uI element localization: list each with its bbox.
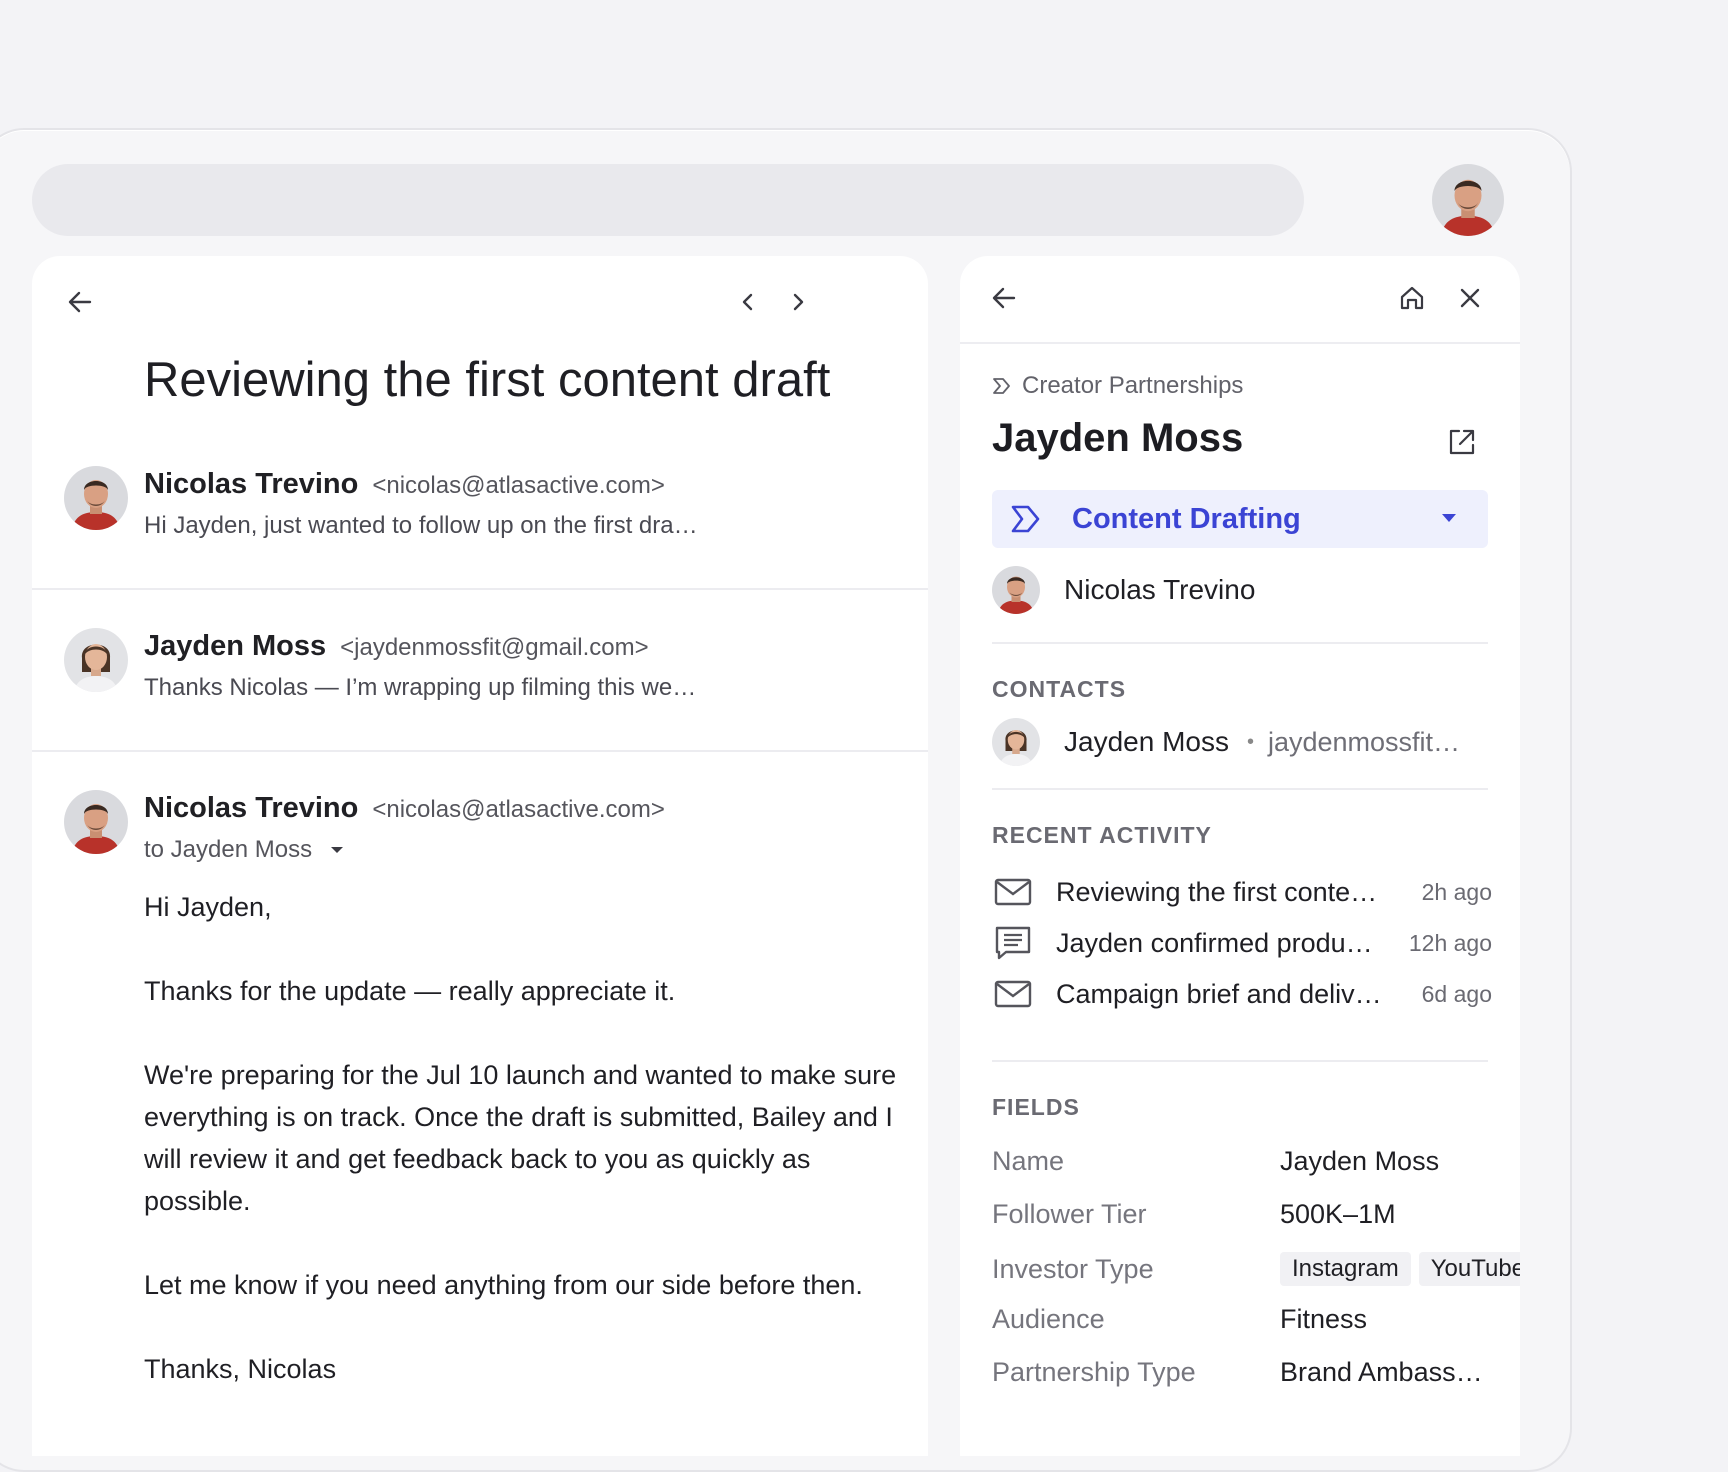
contact-avatar xyxy=(992,718,1040,766)
user-avatar[interactable] xyxy=(1432,164,1504,236)
field-tags: Instagram YouTube xyxy=(1280,1252,1520,1286)
contact-email: jaydenmossfit… xyxy=(1267,726,1461,757)
field-row-name[interactable]: Name Jayden Moss xyxy=(992,1146,1520,1177)
separator-dot: • xyxy=(1246,730,1254,753)
field-label: Investor Type xyxy=(992,1253,1154,1284)
sender-avatar xyxy=(64,628,128,692)
sender-line: Nicolas Trevino <nicolas@atlasactive.com> xyxy=(144,468,665,501)
close-icon[interactable] xyxy=(1450,278,1490,318)
section-label-activity: RECENT ACTIVITY xyxy=(992,822,1212,848)
field-row-audience[interactable]: Audience Fitness xyxy=(992,1304,1520,1335)
divider xyxy=(992,1060,1488,1062)
caret-down-icon xyxy=(1442,514,1456,522)
field-row-follower-tier[interactable]: Follower Tier 500K–1M xyxy=(992,1199,1520,1230)
owner-avatar xyxy=(992,566,1040,614)
pipeline-icon xyxy=(993,378,1010,394)
field-value: 500K–1M xyxy=(1280,1199,1396,1229)
breadcrumb[interactable]: Creator Partnerships xyxy=(992,372,1243,400)
stage-label: Content Drafting xyxy=(1072,502,1301,535)
search-bar[interactable] xyxy=(32,164,1304,236)
activity-title: Reviewing the first conte… xyxy=(1056,876,1378,907)
divider xyxy=(992,642,1488,644)
field-value: Fitness xyxy=(1280,1304,1368,1334)
owner-row[interactable]: Nicolas Trevino xyxy=(992,566,1255,614)
record-title: Jayden Moss xyxy=(992,416,1244,460)
field-label: Follower Tier xyxy=(992,1199,1147,1229)
activity-title: Campaign brief and deliv… xyxy=(1056,978,1382,1009)
sender-name: Nicolas Trevino xyxy=(144,792,359,824)
tag: YouTube xyxy=(1418,1252,1520,1286)
mail-icon xyxy=(992,878,1034,906)
body-paragraph: Thanks for the update — really appreciat… xyxy=(144,976,676,1006)
next-message-icon[interactable] xyxy=(778,282,818,322)
sender-line: Jayden Moss <jaydenmossfit@gmail.com> xyxy=(144,630,649,663)
activity-item[interactable]: Reviewing the first conte… 2h ago xyxy=(992,870,1492,914)
sender-avatar xyxy=(64,790,128,854)
header-divider xyxy=(960,342,1520,344)
field-label: Audience xyxy=(992,1304,1105,1334)
home-icon[interactable] xyxy=(1392,278,1432,318)
message-expanded: Nicolas Trevino <nicolas@atlasactive.com>… xyxy=(32,790,928,1430)
field-row-investor-type[interactable]: Investor Type Instagram YouTube xyxy=(992,1252,1520,1286)
sender-name: Nicolas Trevino xyxy=(144,468,359,500)
sender-address: <jaydenmossfit@gmail.com> xyxy=(340,634,649,661)
message-collapsed[interactable]: Jayden Moss <jaydenmossfit@gmail.com> Tha… xyxy=(32,628,928,738)
message-snippet: Hi Jayden, just wanted to follow up on t… xyxy=(144,512,698,539)
sender-line: Nicolas Trevino <nicolas@atlasactive.com> xyxy=(144,792,665,825)
stage-dropdown[interactable]: Content Drafting xyxy=(992,490,1488,548)
activity-time: 6d ago xyxy=(1421,980,1492,1007)
activity-time: 2h ago xyxy=(1421,878,1492,905)
crm-record-panel: Creator Partnerships Jayden Moss Content… xyxy=(960,256,1520,1456)
sender-avatar xyxy=(64,466,128,530)
open-external-icon[interactable] xyxy=(1442,422,1482,462)
divider xyxy=(32,588,928,590)
message-body: Hi Jayden, Thanks for the update — reall… xyxy=(144,886,904,1432)
recipients-text: to Jayden Moss xyxy=(144,836,313,863)
breadcrumb-label: Creator Partnerships xyxy=(1022,372,1244,399)
activity-item[interactable]: Jayden confirmed produ… 12h ago xyxy=(992,921,1492,965)
field-value: Brand Ambass… xyxy=(1280,1357,1483,1387)
activity-time: 12h ago xyxy=(1408,929,1492,956)
sender-address: <nicolas@atlasactive.com> xyxy=(372,796,665,823)
sender-name: Jayden Moss xyxy=(144,630,327,662)
mail-icon xyxy=(992,980,1034,1008)
body-paragraph: We're preparing for the Jul 10 launch an… xyxy=(144,1060,897,1216)
owner-name: Nicolas Trevino xyxy=(1064,574,1256,605)
activity-item[interactable]: Campaign brief and deliv… 6d ago xyxy=(992,972,1492,1016)
field-label: Name xyxy=(992,1146,1065,1176)
message-snippet: Thanks Nicolas — I’m wrapping up filming… xyxy=(144,674,697,701)
section-label-fields: FIELDS xyxy=(992,1094,1080,1120)
field-value: Jayden Moss xyxy=(1280,1146,1440,1176)
message-collapsed[interactable]: Nicolas Trevino <nicolas@atlasactive.com>… xyxy=(32,466,928,576)
back-arrow-icon[interactable] xyxy=(984,278,1024,318)
body-paragraph: Let me know if you need anything from ou… xyxy=(144,1270,863,1300)
pipeline-stage-icon xyxy=(1011,505,1040,533)
contact-name: Jayden Moss xyxy=(1064,726,1229,757)
previous-message-icon[interactable] xyxy=(728,282,768,322)
back-arrow-icon[interactable] xyxy=(60,282,100,322)
body-paragraph: Hi Jayden, xyxy=(144,892,272,922)
divider xyxy=(32,750,928,752)
email-subject: Reviewing the first content draft xyxy=(144,353,831,407)
contact-row[interactable]: Jayden Moss • jaydenmossfit… xyxy=(992,718,1460,766)
recipients-toggle[interactable]: to Jayden Moss xyxy=(144,836,344,864)
sender-address: <nicolas@atlasactive.com> xyxy=(372,472,665,499)
body-paragraph: Thanks, Nicolas xyxy=(144,1354,337,1384)
divider xyxy=(992,788,1488,790)
email-thread-panel: Reviewing the first content draft Nicola… xyxy=(32,256,928,1456)
tag: Instagram xyxy=(1280,1252,1411,1286)
caret-down-icon xyxy=(331,847,344,853)
section-label-contacts: CONTACTS xyxy=(992,676,1127,702)
field-label: Partnership Type xyxy=(992,1357,1196,1387)
note-icon xyxy=(992,925,1034,961)
field-row-partnership-type[interactable]: Partnership Type Brand Ambass… xyxy=(992,1357,1520,1388)
activity-title: Jayden confirmed produ… xyxy=(1056,927,1373,958)
